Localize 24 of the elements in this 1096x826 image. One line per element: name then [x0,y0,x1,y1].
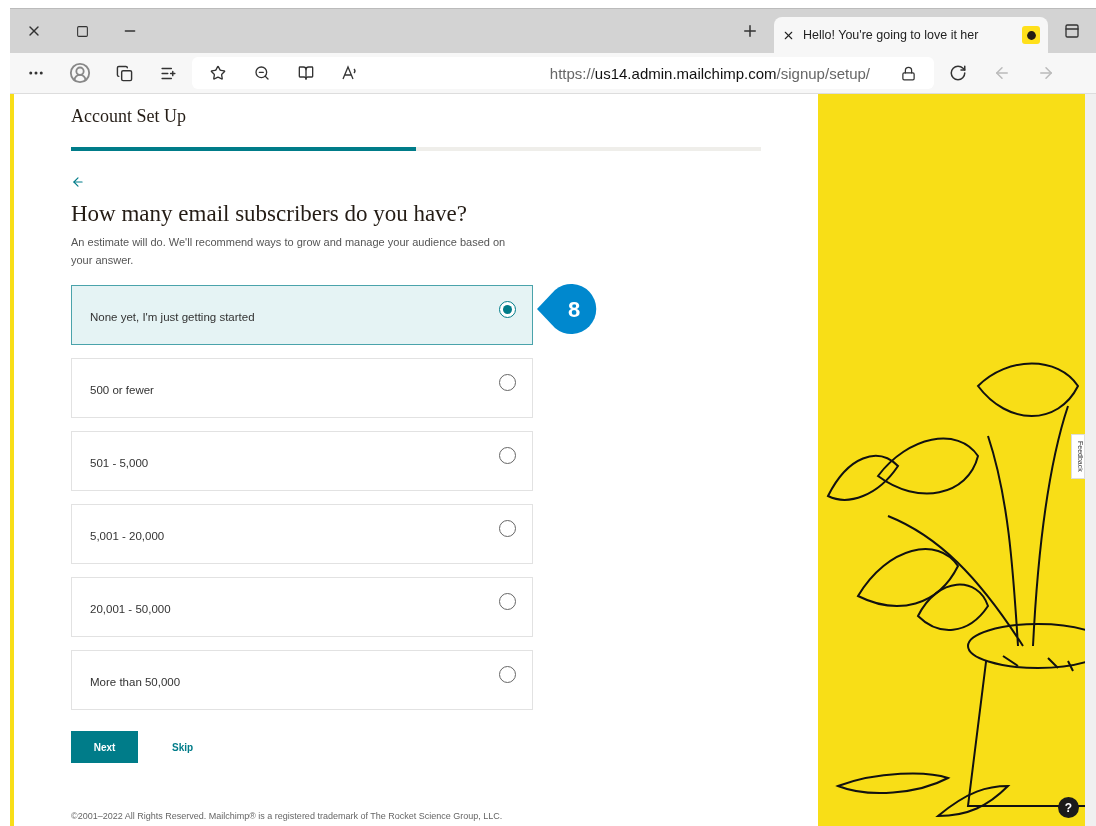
favicon-icon [1022,26,1040,44]
scrollbar[interactable] [1085,94,1096,826]
browser-tab[interactable]: Hello! You're going to love it her [774,17,1048,53]
radio-button[interactable] [499,373,516,391]
radio-button[interactable] [499,665,516,683]
radio-button[interactable] [499,592,516,610]
radio-button[interactable] [499,300,516,318]
answer-option[interactable]: None yet, I'm just getting started [71,285,533,345]
answer-option[interactable]: 501 - 5,000 [71,431,533,491]
tab-title: Hello! You're going to love it her [803,28,980,42]
radio-button[interactable] [499,446,516,464]
section-title: Account Set Up [71,106,187,127]
answer-option[interactable]: 20,001 - 50,000 [71,577,533,637]
answer-option[interactable]: 500 or fewer [71,358,533,418]
copyright-text: ©2001–2022 All Rights Reserved. Mailchimp® is a registered trademark of The Rocket Science Group, LLC. [71,811,504,821]
answer-option[interactable]: More than 50,000 [71,650,533,710]
next-button[interactable]: Next [71,731,138,763]
url-text: https://us14.admin.mailchimp.com/signup/setup/ [549,64,870,82]
hint-text: An estimate will do. We'll recommend ways to grow and manage your audience based on your answer. [71,235,507,268]
question-heading: How many email subscribers do you have? [71,201,468,227]
skip-link[interactable]: Skip [172,741,194,753]
answer-option[interactable]: 5,001 - 20,000 [71,504,533,564]
radio-button[interactable] [499,519,516,537]
address-bar[interactable]: https://us14.admin.mailchimp.com/signup/setup/ [192,57,934,89]
